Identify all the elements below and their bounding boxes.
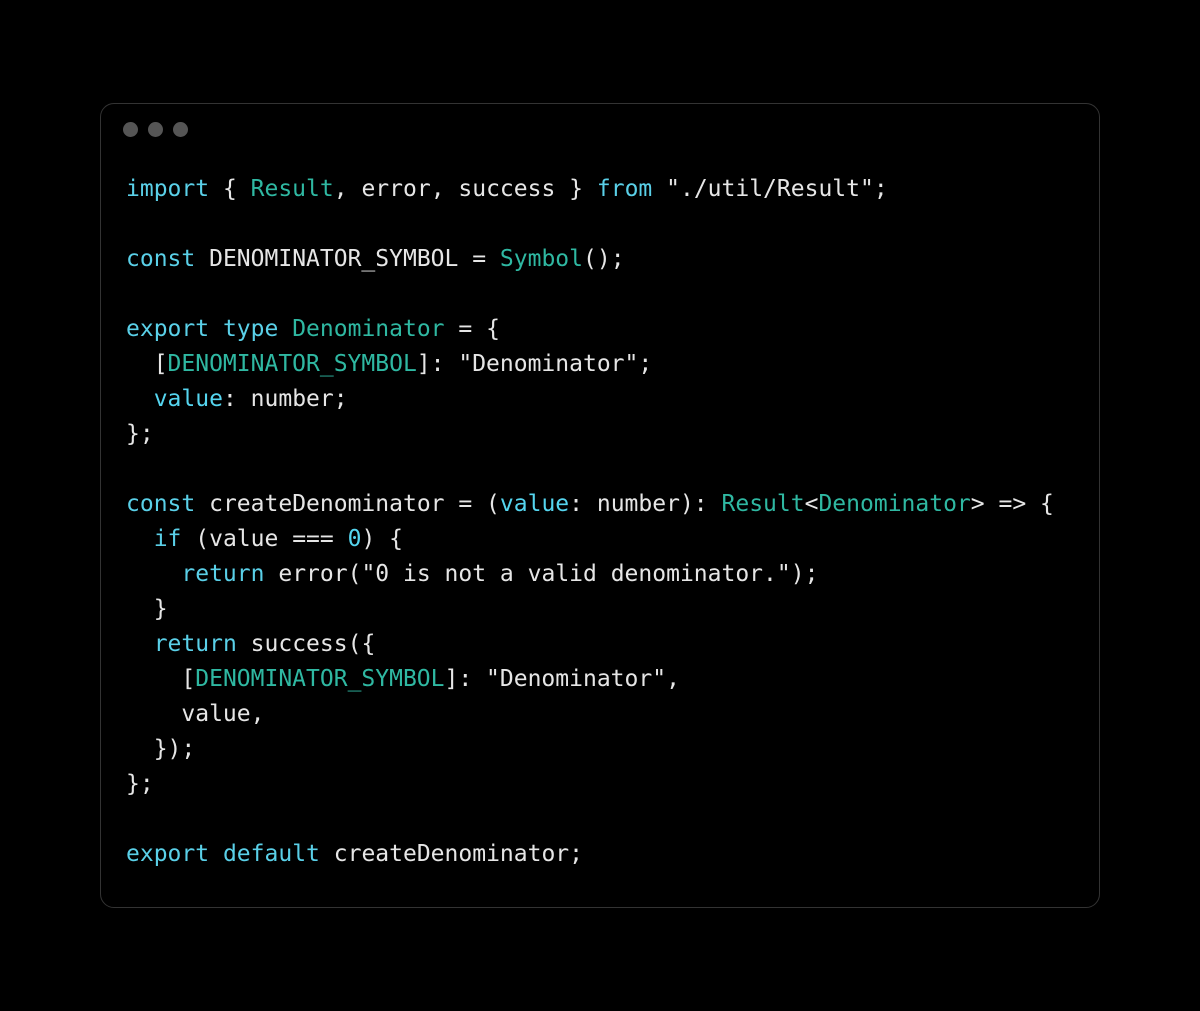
punct: ): [680,491,722,517]
fn-symbol: Symbol [500,246,583,272]
keyword-return: return [154,631,237,657]
punct: ]: [445,666,487,692]
indent [126,526,154,552]
space [209,316,223,342]
const-name: DENOMINATOR_SYMBOL [209,246,458,272]
punct: , [251,701,265,727]
traffic-light-close-icon[interactable] [123,122,138,137]
punct: ; [638,351,652,377]
keyword-return: return [181,561,264,587]
string-errmsg: "0 is not a valid denominator." [361,561,790,587]
punct: = [458,246,500,272]
ident-success: success [458,176,555,202]
punct: (); [583,246,625,272]
punct: , [666,666,680,692]
traffic-light-minimize-icon[interactable] [148,122,163,137]
punct: }); [126,736,195,762]
punct: < [805,491,819,517]
punct: }; [126,771,154,797]
punct: } [555,176,597,202]
punct: : [569,491,597,517]
code-window: import { Result, error, success } from "… [100,103,1100,907]
keyword-default: default [223,841,320,867]
punct: ]: [417,351,459,377]
window-titlebar [101,104,1099,137]
punct: ; [334,386,348,412]
space [264,561,278,587]
fn-name: createDenominator [209,491,444,517]
keyword-type: type [223,316,278,342]
punct: ({ [348,631,376,657]
indent [126,561,181,587]
punct: } [126,596,168,622]
punct: ; [569,841,583,867]
space [237,631,251,657]
ident-value: value [209,526,278,552]
punct: => { [985,491,1054,517]
fn-name: createDenominator [334,841,569,867]
punct: = { [445,316,500,342]
fn-error: error [278,561,347,587]
punct: ); [791,561,819,587]
punct: = ( [445,491,500,517]
keyword-if: if [154,526,182,552]
indent [126,631,154,657]
op: === [278,526,347,552]
type-result: Result [251,176,334,202]
punct: , [431,176,459,202]
keyword-export: export [126,316,209,342]
code-content: import { Result, error, success } from "… [126,172,1074,871]
punct: [ [126,351,168,377]
punct: ( [181,526,209,552]
number-zero: 0 [348,526,362,552]
keyword-import: import [126,176,209,202]
punct: > [971,491,985,517]
keyword-const: const [126,491,195,517]
ident-error: error [361,176,430,202]
punct: ( [348,561,362,587]
space [209,841,223,867]
code-editor[interactable]: import { Result, error, success } from "… [101,137,1099,906]
punct: }; [126,421,154,447]
keyword-const: const [126,246,195,272]
type-name: Denominator [292,316,444,342]
symbol-ref: DENOMINATOR_SYMBOL [195,666,444,692]
traffic-light-maximize-icon[interactable] [173,122,188,137]
indent [126,386,154,412]
keyword-export: export [126,841,209,867]
space [195,246,209,272]
string-path: "./util/Result" [666,176,874,202]
type-number: number [597,491,680,517]
space [652,176,666,202]
symbol-ref: DENOMINATOR_SYMBOL [168,351,417,377]
punct: ; [874,176,888,202]
type-result: Result [722,491,805,517]
ident-value: value [181,701,250,727]
param-value: value [500,491,569,517]
space [195,491,209,517]
prop-value: value [154,386,223,412]
type-denom: Denominator [818,491,970,517]
fn-success: success [251,631,348,657]
punct: : [223,386,251,412]
punct: { [209,176,251,202]
string-denom: "Denominator" [458,351,638,377]
string-denom: "Denominator" [486,666,666,692]
type-number: number [251,386,334,412]
keyword-from: from [597,176,652,202]
space [278,316,292,342]
indent [126,701,181,727]
punct: ) { [361,526,403,552]
space [320,841,334,867]
punct: , [334,176,362,202]
punct: [ [126,666,195,692]
